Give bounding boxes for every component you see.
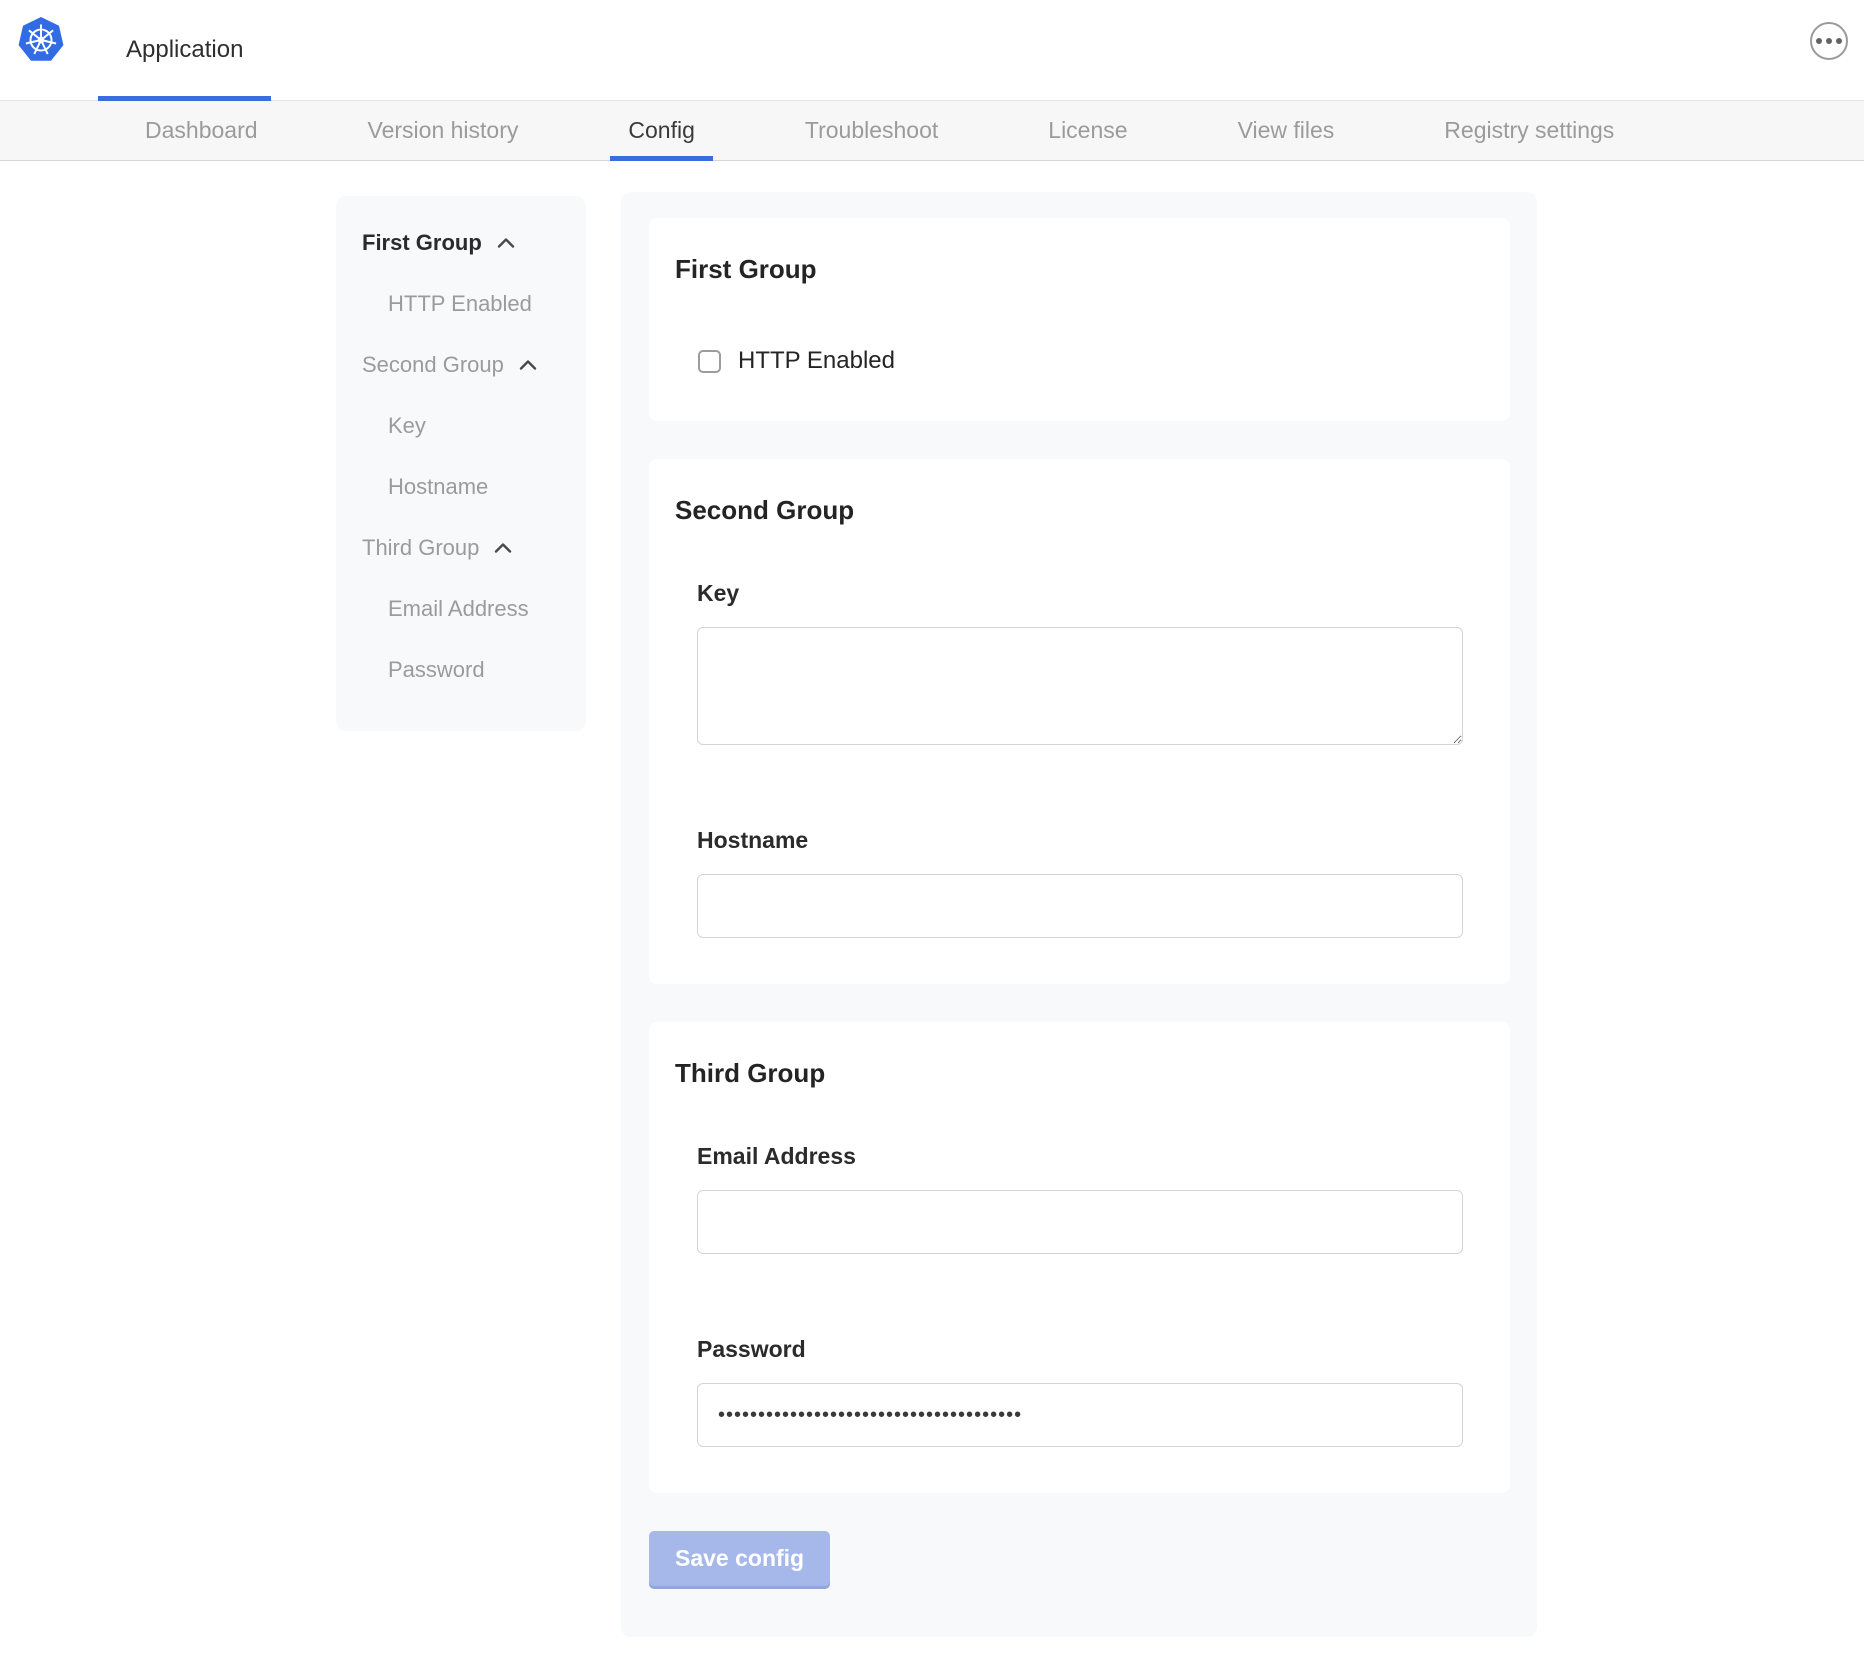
key-label: Key [697, 580, 1462, 607]
config-sidebar: First Group HTTP Enabled Second Group Ke… [336, 196, 586, 731]
tab-config[interactable]: Config [628, 101, 694, 160]
config-form-panel: First Group HTTP Enabled Second Group Ke… [621, 192, 1537, 1637]
key-field: Key [697, 580, 1462, 745]
hostname-input[interactable] [697, 874, 1463, 938]
tab-license[interactable]: License [1048, 101, 1127, 160]
tab-dashboard[interactable]: Dashboard [145, 101, 258, 160]
sidebar-group-second-group[interactable]: Second Group [336, 334, 586, 395]
chevron-up-icon [491, 536, 515, 560]
chevron-up-icon [516, 353, 540, 377]
app-tab-label: Application [126, 36, 243, 64]
group-title: First Group [675, 254, 1462, 285]
email-address-label: Email Address [697, 1143, 1462, 1170]
sidebar-item-email-address[interactable]: Email Address [336, 578, 586, 639]
app-navbar: Dashboard Version history Config Trouble… [0, 101, 1864, 161]
sidebar-item-password[interactable]: Password [336, 639, 586, 700]
app-header: Application [0, 0, 1864, 101]
sidebar-item-key[interactable]: Key [336, 395, 586, 456]
config-group-card-second: Second Group Key Hostname [649, 459, 1510, 984]
tab-troubleshoot[interactable]: Troubleshoot [805, 101, 938, 160]
http-enabled-checkbox[interactable] [698, 350, 721, 373]
password-input[interactable] [697, 1383, 1463, 1447]
group-title: Third Group [675, 1058, 1462, 1089]
hostname-field: Hostname [697, 827, 1462, 938]
key-textarea[interactable] [697, 627, 1463, 745]
chevron-up-icon [494, 231, 518, 255]
tab-version-history[interactable]: Version history [368, 101, 519, 160]
email-address-field: Email Address [697, 1143, 1462, 1254]
kubernetes-logo-icon [17, 15, 65, 63]
config-group-card-third: Third Group Email Address Password [649, 1022, 1510, 1493]
tab-registry-settings[interactable]: Registry settings [1444, 101, 1614, 160]
tab-view-files[interactable]: View files [1238, 101, 1335, 160]
http-enabled-field: HTTP Enabled [698, 347, 1462, 375]
sidebar-group-first-group[interactable]: First Group [336, 212, 586, 273]
more-menu-button[interactable] [1810, 22, 1848, 60]
password-field: Password [697, 1336, 1462, 1447]
hostname-label: Hostname [697, 827, 1462, 854]
password-label: Password [697, 1336, 1462, 1363]
group-title: Second Group [675, 495, 1462, 526]
ellipsis-icon [1816, 38, 1822, 44]
sidebar-item-http-enabled[interactable]: HTTP Enabled [336, 273, 586, 334]
sidebar-item-hostname[interactable]: Hostname [336, 456, 586, 517]
save-config-button[interactable]: Save config [649, 1531, 830, 1586]
http-enabled-label: HTTP Enabled [738, 347, 895, 375]
email-address-input[interactable] [697, 1190, 1463, 1254]
tab-application[interactable]: Application [98, 0, 271, 100]
config-group-card-first: First Group HTTP Enabled [649, 218, 1510, 421]
sidebar-group-third-group[interactable]: Third Group [336, 517, 586, 578]
